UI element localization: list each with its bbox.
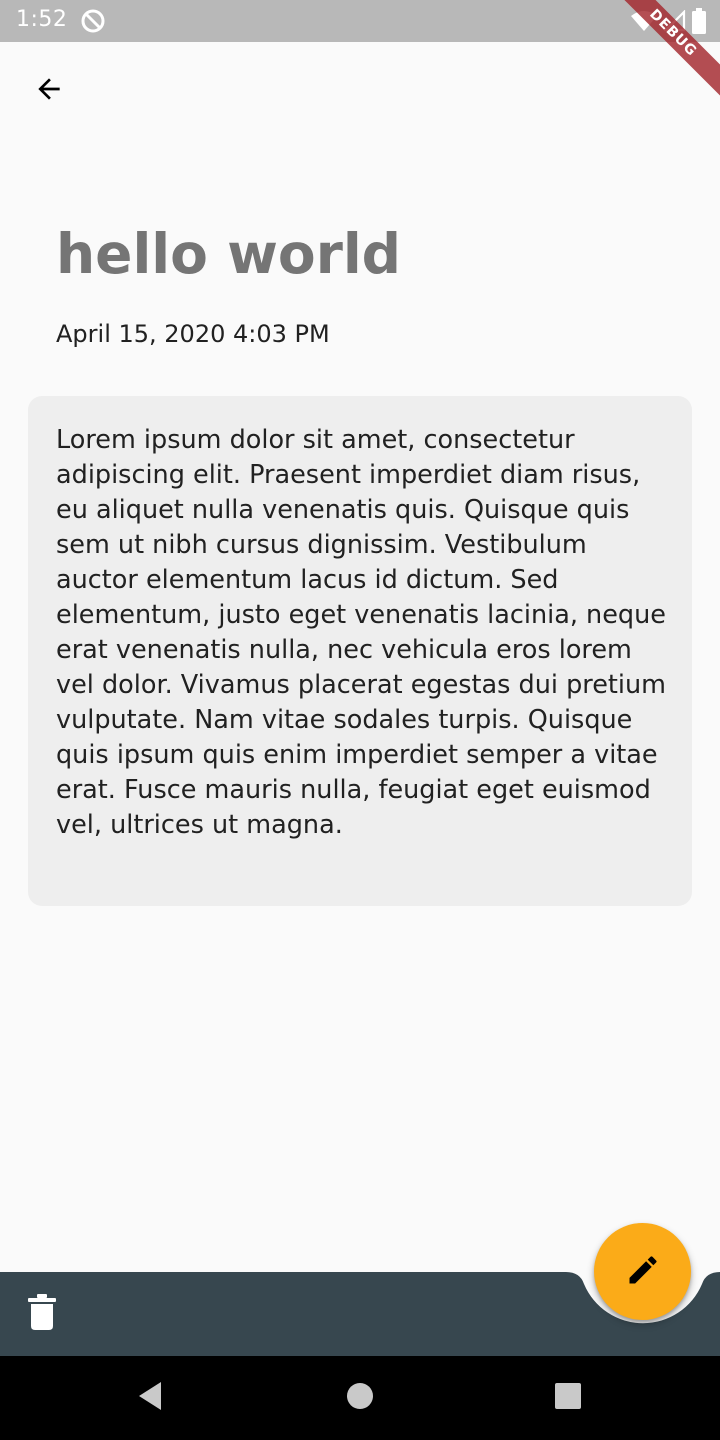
nav-home-icon xyxy=(346,1382,374,1414)
note-body-card: Lorem ipsum dolor sit amet, consectetur … xyxy=(28,396,692,906)
nav-back-icon xyxy=(135,1380,165,1416)
system-nav-bar xyxy=(0,1356,720,1440)
nav-recents-icon xyxy=(554,1382,582,1414)
status-bar: 1:52 xyxy=(0,0,720,42)
delete-button[interactable] xyxy=(18,1290,66,1338)
battery-icon xyxy=(692,8,706,34)
back-button[interactable] xyxy=(22,64,76,118)
note-date: April 15, 2020 4:03 PM xyxy=(56,320,330,348)
arrow-back-icon xyxy=(33,73,65,109)
status-time: 1:52 xyxy=(16,7,68,32)
trash-icon xyxy=(27,1294,57,1334)
do-not-disturb-icon xyxy=(80,8,106,34)
note-detail-screen: 1:52 DEBUG hello world April 15, 2020 4:… xyxy=(0,0,720,1440)
note-body-text: Lorem ipsum dolor sit amet, consectetur … xyxy=(56,425,666,840)
edit-fab[interactable] xyxy=(594,1223,691,1320)
nav-home-button[interactable] xyxy=(334,1372,386,1424)
nav-recents-button[interactable] xyxy=(542,1372,594,1424)
pencil-icon xyxy=(625,1252,661,1292)
note-title: hello world xyxy=(56,222,402,286)
nav-back-button[interactable] xyxy=(124,1372,176,1424)
